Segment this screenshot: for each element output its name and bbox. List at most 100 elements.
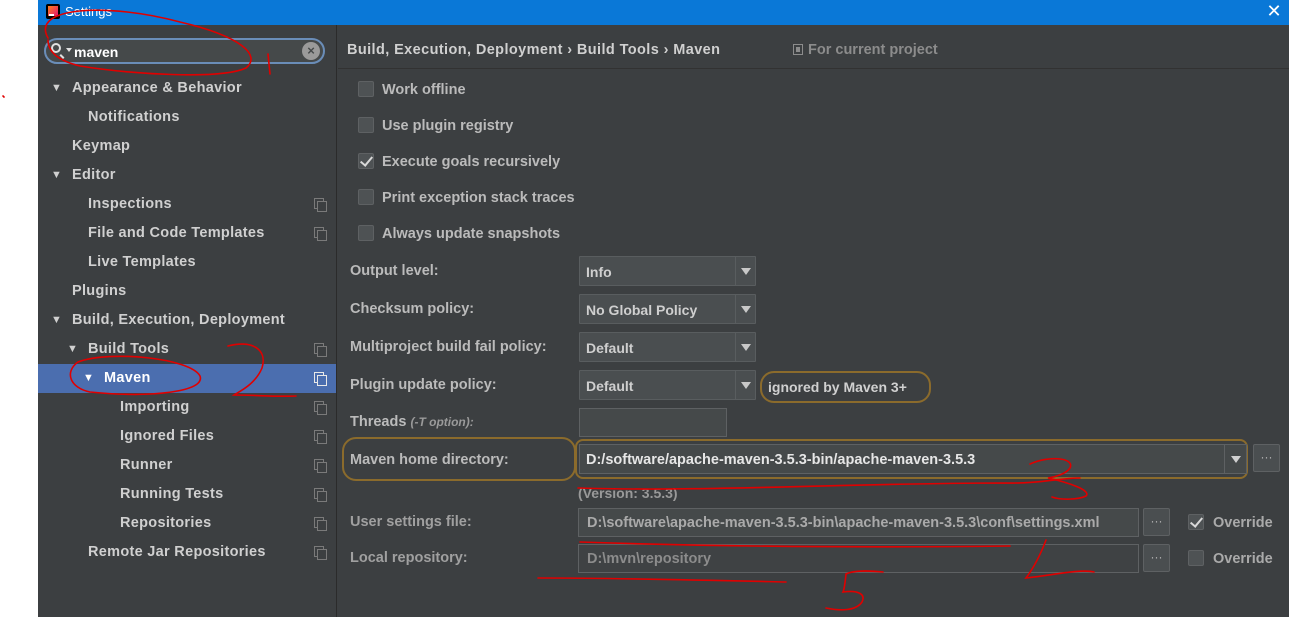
maven-version-text: (Version: 3.5.3) xyxy=(578,485,678,501)
chevron-down-icon[interactable] xyxy=(1224,445,1246,473)
sidebar-item-repositories[interactable]: Repositories xyxy=(38,509,336,538)
sidebar-item-inspections[interactable]: Inspections xyxy=(38,190,336,219)
sidebar-item-remote-jar-repositories[interactable]: Remote Jar Repositories xyxy=(38,538,336,567)
title-bar: Settings ✕ xyxy=(38,0,1289,25)
user-settings-override-checkbox[interactable] xyxy=(1188,514,1204,530)
user-settings-override-label: Override xyxy=(1213,515,1273,531)
sidebar-item-label: Appearance & Behavior xyxy=(72,80,242,96)
sidebar-item-importing[interactable]: Importing xyxy=(38,393,336,422)
sidebar-item-runner[interactable]: Runner xyxy=(38,451,336,480)
maven-home-label: Maven home directory: xyxy=(350,452,509,468)
breadcrumb-scope: For current project xyxy=(808,42,938,58)
expanded-arrow-icon[interactable]: ▼ xyxy=(51,306,62,335)
sidebar-item-label: Running Tests xyxy=(120,486,224,502)
expanded-arrow-icon[interactable]: ▼ xyxy=(51,161,62,190)
sidebar-item-build-execution-deployment[interactable]: ▼ Build, Execution, Deployment xyxy=(38,306,336,335)
project-scope-icon xyxy=(314,343,327,357)
sidebar-item-label: Importing xyxy=(120,399,190,415)
output-level-select[interactable]: Info xyxy=(579,256,756,286)
threads-input[interactable] xyxy=(579,408,727,437)
settings-sidebar: × ▼ Appearance & Behavior Notifications … xyxy=(38,25,337,617)
sidebar-item-notifications[interactable]: Notifications xyxy=(38,103,336,132)
maven-home-combobox[interactable]: D:/software/apache-maven-3.5.3-bin/apach… xyxy=(579,444,1247,474)
multiproject-fail-policy-select[interactable]: Default xyxy=(579,332,756,362)
local-repository-override-checkbox[interactable] xyxy=(1188,550,1204,566)
sidebar-item-build-tools[interactable]: ▼ Build Tools xyxy=(38,335,336,364)
settings-search-box[interactable]: × xyxy=(44,38,325,64)
window-title: Settings xyxy=(65,4,112,19)
expanded-arrow-icon[interactable]: ▼ xyxy=(67,335,78,364)
sidebar-item-live-templates[interactable]: Live Templates xyxy=(38,248,336,277)
project-scope-icon xyxy=(793,44,803,55)
project-scope-icon xyxy=(314,488,327,502)
project-scope-icon xyxy=(314,517,327,531)
sidebar-item-label: Remote Jar Repositories xyxy=(88,544,266,560)
sidebar-item-file-code-templates[interactable]: File and Code Templates xyxy=(38,219,336,248)
maven-settings-panel: Build, Execution, Deployment › Build Too… xyxy=(338,25,1289,617)
close-icon[interactable]: ✕ xyxy=(1264,1,1284,21)
sidebar-item-label: Plugins xyxy=(72,283,127,299)
sidebar-item-label: Build, Execution, Deployment xyxy=(72,312,286,328)
checksum-policy-select[interactable]: No Global Policy xyxy=(579,294,756,324)
sidebar-item-editor[interactable]: ▼ Editor xyxy=(38,161,336,190)
local-repository-value: D:\mvn\repository xyxy=(587,551,712,567)
project-scope-icon xyxy=(314,546,327,560)
sidebar-item-maven[interactable]: ▼ Maven xyxy=(38,364,336,393)
chevron-down-icon[interactable] xyxy=(735,371,755,399)
use-plugin-registry-checkbox[interactable] xyxy=(358,117,374,133)
sidebar-item-ignored-files[interactable]: Ignored Files xyxy=(38,422,336,451)
settings-search-input[interactable] xyxy=(74,42,294,61)
sidebar-item-label: Build Tools xyxy=(88,341,170,357)
settings-content: Work offline Use plugin registry Execute… xyxy=(338,70,1289,617)
annotation-dot xyxy=(2,95,5,98)
sidebar-item-appearance-behavior[interactable]: ▼ Appearance & Behavior xyxy=(38,74,336,103)
project-scope-icon xyxy=(314,401,327,415)
sidebar-item-running-tests[interactable]: Running Tests xyxy=(38,480,336,509)
work-offline-label: Work offline xyxy=(382,82,466,98)
sidebar-item-label: Keymap xyxy=(72,138,131,154)
checksum-policy-value: No Global Policy xyxy=(586,302,698,318)
checksum-policy-label: Checksum policy: xyxy=(350,301,475,317)
execute-goals-recursively-label: Execute goals recursively xyxy=(382,154,561,170)
project-scope-icon xyxy=(314,430,327,444)
sidebar-item-label: Editor xyxy=(72,167,116,183)
search-icon[interactable] xyxy=(51,43,61,53)
sidebar-item-label: Inspections xyxy=(88,196,172,212)
user-settings-browse-button[interactable]: ··· xyxy=(1143,508,1170,536)
search-history-caret-icon[interactable] xyxy=(66,48,72,52)
maven-home-highlight: D:/software/apache-maven-3.5.3-bin/apach… xyxy=(575,439,1248,479)
expanded-arrow-icon[interactable]: ▼ xyxy=(51,74,62,103)
local-repository-field[interactable]: D:\mvn\repository xyxy=(578,544,1139,573)
chevron-down-icon[interactable] xyxy=(735,295,755,323)
maven-home-browse-button[interactable]: ··· xyxy=(1253,444,1280,472)
clear-search-icon[interactable]: × xyxy=(302,42,320,60)
sidebar-item-label: Live Templates xyxy=(88,254,196,270)
plugin-update-policy-label: Plugin update policy: xyxy=(350,377,497,393)
sidebar-item-label: Maven xyxy=(104,370,151,386)
breadcrumb: Build, Execution, Deployment › Build Too… xyxy=(338,25,1289,69)
chevron-down-icon[interactable] xyxy=(735,333,755,361)
output-level-label: Output level: xyxy=(350,263,439,279)
plugin-update-policy-value: Default xyxy=(586,378,634,394)
output-level-value: Info xyxy=(586,264,612,280)
chevron-down-icon[interactable] xyxy=(735,257,755,285)
project-scope-icon xyxy=(314,372,327,386)
execute-goals-recursively-checkbox[interactable] xyxy=(358,153,374,169)
plugin-update-policy-select[interactable]: Default xyxy=(579,370,756,400)
always-update-snapshots-checkbox[interactable] xyxy=(358,225,374,241)
sidebar-item-label: Notifications xyxy=(88,109,180,125)
print-exception-stack-traces-checkbox[interactable] xyxy=(358,189,374,205)
local-repository-browse-button[interactable]: ··· xyxy=(1143,544,1170,572)
sidebar-item-label: Ignored Files xyxy=(120,428,215,444)
threads-label-text: Threads xyxy=(350,414,407,430)
local-repository-override-label: Override xyxy=(1213,551,1273,567)
threads-hint: (-T option): xyxy=(410,415,474,429)
expanded-arrow-icon[interactable]: ▼ xyxy=(83,364,94,393)
maven3-ignored-note: ignored by Maven 3+ xyxy=(760,371,931,403)
sidebar-item-plugins[interactable]: Plugins xyxy=(38,277,336,306)
sidebar-item-keymap[interactable]: Keymap xyxy=(38,132,336,161)
project-scope-icon xyxy=(314,459,327,473)
work-offline-checkbox[interactable] xyxy=(358,81,374,97)
user-settings-field[interactable]: D:\software\apache-maven-3.5.3-bin\apach… xyxy=(578,508,1139,537)
sidebar-item-label: Repositories xyxy=(120,515,212,531)
